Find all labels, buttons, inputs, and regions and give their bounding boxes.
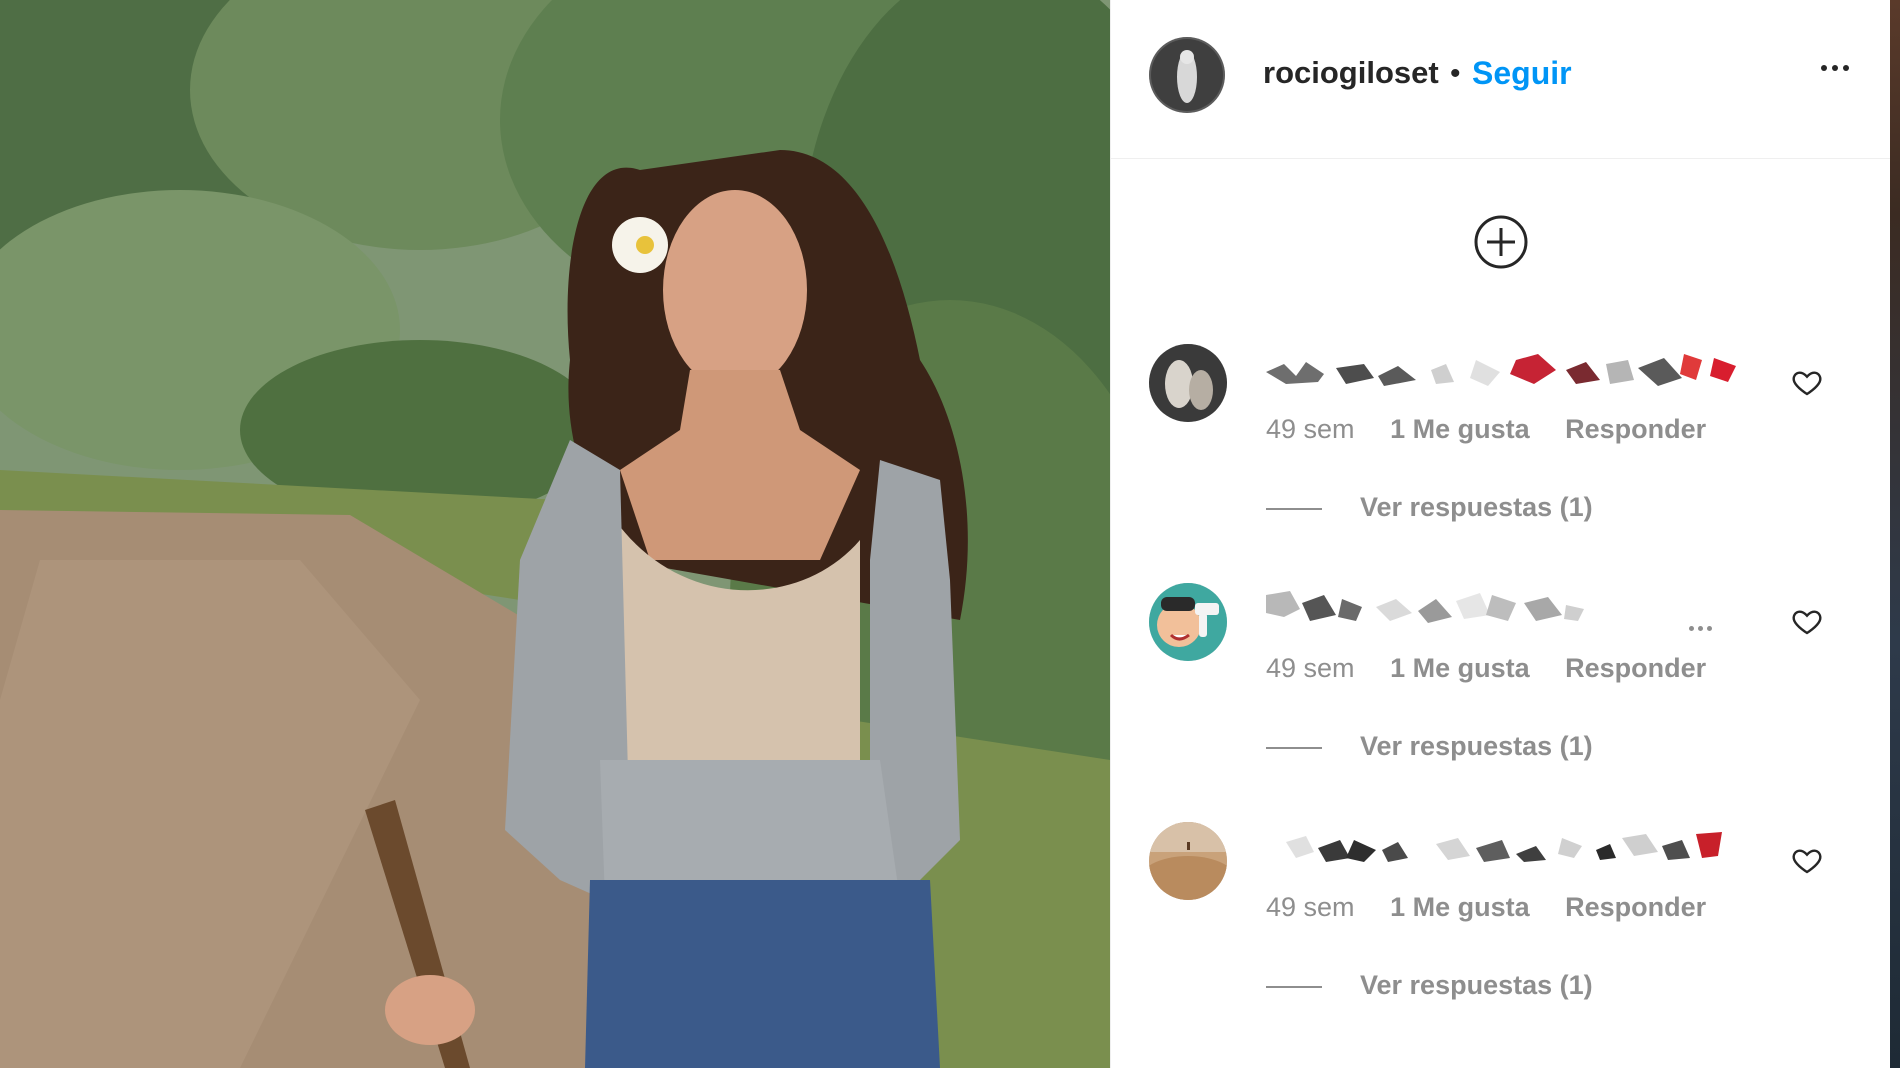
plus-circle-icon[interactable] [1473,214,1529,270]
view-replies-button[interactable]: Ver respuestas (1) [1266,731,1593,762]
like-comment-icon[interactable] [1791,605,1823,637]
background-edge [1890,0,1900,1068]
comment-item: 49 sem 1 Me gusta Responder Ver respuest… [1111,822,1891,1052]
comment-text-pixelated [1266,591,1584,623]
heart-icon [1792,849,1822,874]
like-comment-icon[interactable] [1791,366,1823,398]
avatar-dark-figure-icon [1149,344,1227,422]
reply-button[interactable]: Responder [1565,892,1706,922]
avatar-cartoon-person-icon [1149,583,1227,661]
replies-divider [1266,985,1322,988]
comment-time[interactable]: 49 sem [1266,892,1355,922]
comment-meta: 49 sem 1 Me gusta Responder [1266,653,1706,684]
comment-options-icon[interactable] [1689,618,1729,631]
comment-likes[interactable]: 1 Me gusta [1390,653,1530,683]
comment-meta: 49 sem 1 Me gusta Responder [1266,414,1706,445]
view-replies-label: Ver respuestas (1) [1360,970,1593,1000]
separator-dot: • [1450,57,1461,90]
commenter-avatar[interactable] [1149,344,1227,422]
view-replies-button[interactable]: Ver respuestas (1) [1266,492,1593,523]
photo-illustration [0,0,1110,1068]
post-photo[interactable] [0,0,1110,1068]
like-comment-icon[interactable] [1791,844,1823,876]
comment-text-pixelated [1266,354,1736,386]
commenter-avatar[interactable] [1149,822,1227,900]
comment-time[interactable]: 49 sem [1266,653,1355,683]
comment-text-pixelated [1286,832,1722,862]
follow-button[interactable]: Seguir [1472,55,1572,92]
view-replies-button[interactable]: Ver respuestas (1) [1266,970,1593,1001]
heart-icon [1792,610,1822,635]
more-options-icon[interactable] [1821,58,1861,88]
comment-likes[interactable]: 1 Me gusta [1390,892,1530,922]
author-avatar-image [1149,37,1225,113]
heart-icon [1792,371,1822,396]
comment-item: 49 sem 1 Me gusta Responder Ver respuest… [1111,344,1891,574]
commenter-avatar[interactable] [1149,583,1227,661]
reply-button[interactable]: Responder [1565,414,1706,444]
comment-item: 49 sem 1 Me gusta Responder Ver respuest… [1111,583,1891,813]
avatar-desert-icon [1149,822,1227,900]
view-replies-label: Ver respuestas (1) [1360,731,1593,761]
comment-likes[interactable]: 1 Me gusta [1390,414,1530,444]
comment-meta: 49 sem 1 Me gusta Responder [1266,892,1706,923]
view-replies-label: Ver respuestas (1) [1360,492,1593,522]
comment-time[interactable]: 49 sem [1266,414,1355,444]
post-header: rociogiloset • Seguir [1111,0,1891,159]
reply-button[interactable]: Responder [1565,653,1706,683]
author-username[interactable]: rociogiloset [1263,55,1439,91]
replies-divider [1266,507,1322,510]
replies-divider [1266,746,1322,749]
author-avatar[interactable] [1149,37,1225,113]
post-panel: rociogiloset • Seguir 49 sem 1 Me gusta … [1110,0,1891,1068]
